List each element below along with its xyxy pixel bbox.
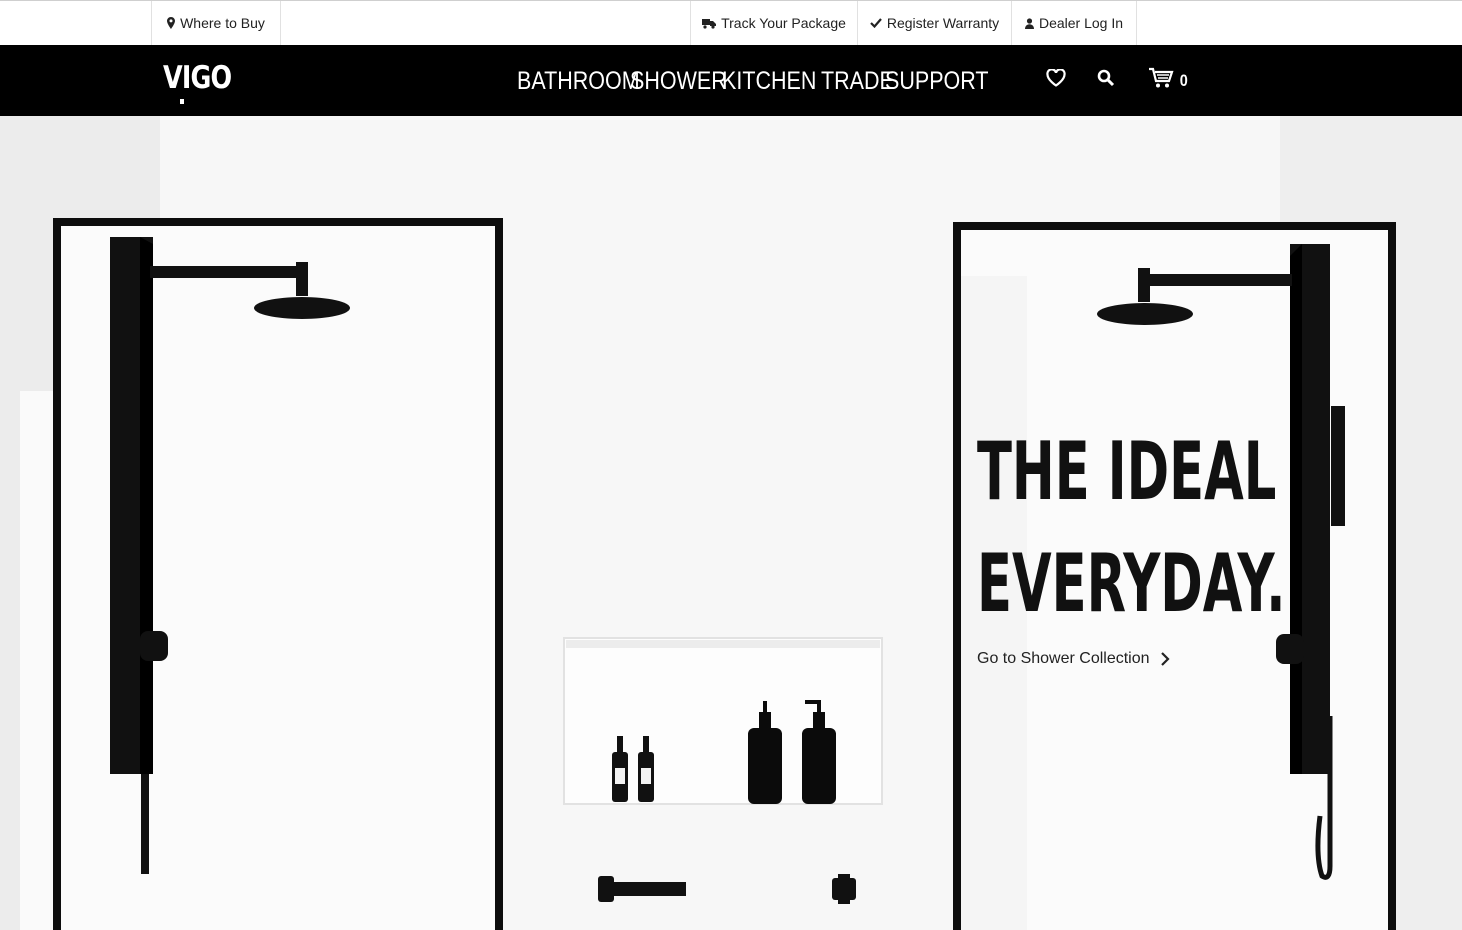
shower-collection-label: Go to Shower Collection [977,650,1150,667]
utility-bar: Where to Buy Track Your Package Register… [0,0,1462,45]
hero-title: THE IDEAL EVERYDAY. [977,416,1286,640]
nav-menu: BATHROOM SHOWER KITCHEN TRADE SUPPORT [517,45,989,116]
checkmark-icon [870,18,882,28]
truck-icon [702,18,717,29]
nav-item-shower[interactable]: SHOWER [630,67,727,96]
logo-text: VIGO [163,60,232,96]
heart-icon[interactable] [1046,68,1066,92]
logo-dot [180,99,184,104]
dealer-login-label: Dealer Log In [1038,15,1124,31]
track-package-label: Track Your Package [721,15,846,31]
cart-button[interactable]: 0 [1148,67,1188,94]
chevron-right-icon [1160,651,1170,667]
hero-banner: THE IDEAL EVERYDAY. Go to Shower Collect… [0,116,1462,930]
cart-icon [1148,67,1174,94]
nav-item-trade[interactable]: TRADE [821,67,894,96]
where-to-buy-link[interactable]: Where to Buy [151,1,281,45]
search-icon[interactable] [1097,69,1115,92]
register-warranty-label: Register Warranty [886,15,1000,31]
nav-item-support[interactable]: SUPPORT [885,67,989,96]
map-pin-icon [167,17,176,29]
where-to-buy-label: Where to Buy [180,15,265,31]
cart-count: 0 [1179,70,1188,90]
register-warranty-link[interactable]: Register Warranty [857,1,1011,45]
hero-title-line-1: THE IDEAL [977,425,1277,518]
vigo-logo[interactable]: VIGO [163,58,232,106]
shower-collection-link[interactable]: Go to Shower Collection [977,650,1170,668]
hero-title-line-2: EVERYDAY. [977,537,1286,630]
nav-item-kitchen[interactable]: KITCHEN [722,67,816,96]
dealer-login-link[interactable]: Dealer Log In [1011,1,1137,45]
user-icon [1024,17,1034,29]
main-navigation: VIGO BATHROOM SHOWER KITCHEN TRADE SUPPO… [0,45,1462,116]
nav-item-bathroom[interactable]: BATHROOM [517,67,640,96]
track-package-link[interactable]: Track Your Package [690,1,857,45]
